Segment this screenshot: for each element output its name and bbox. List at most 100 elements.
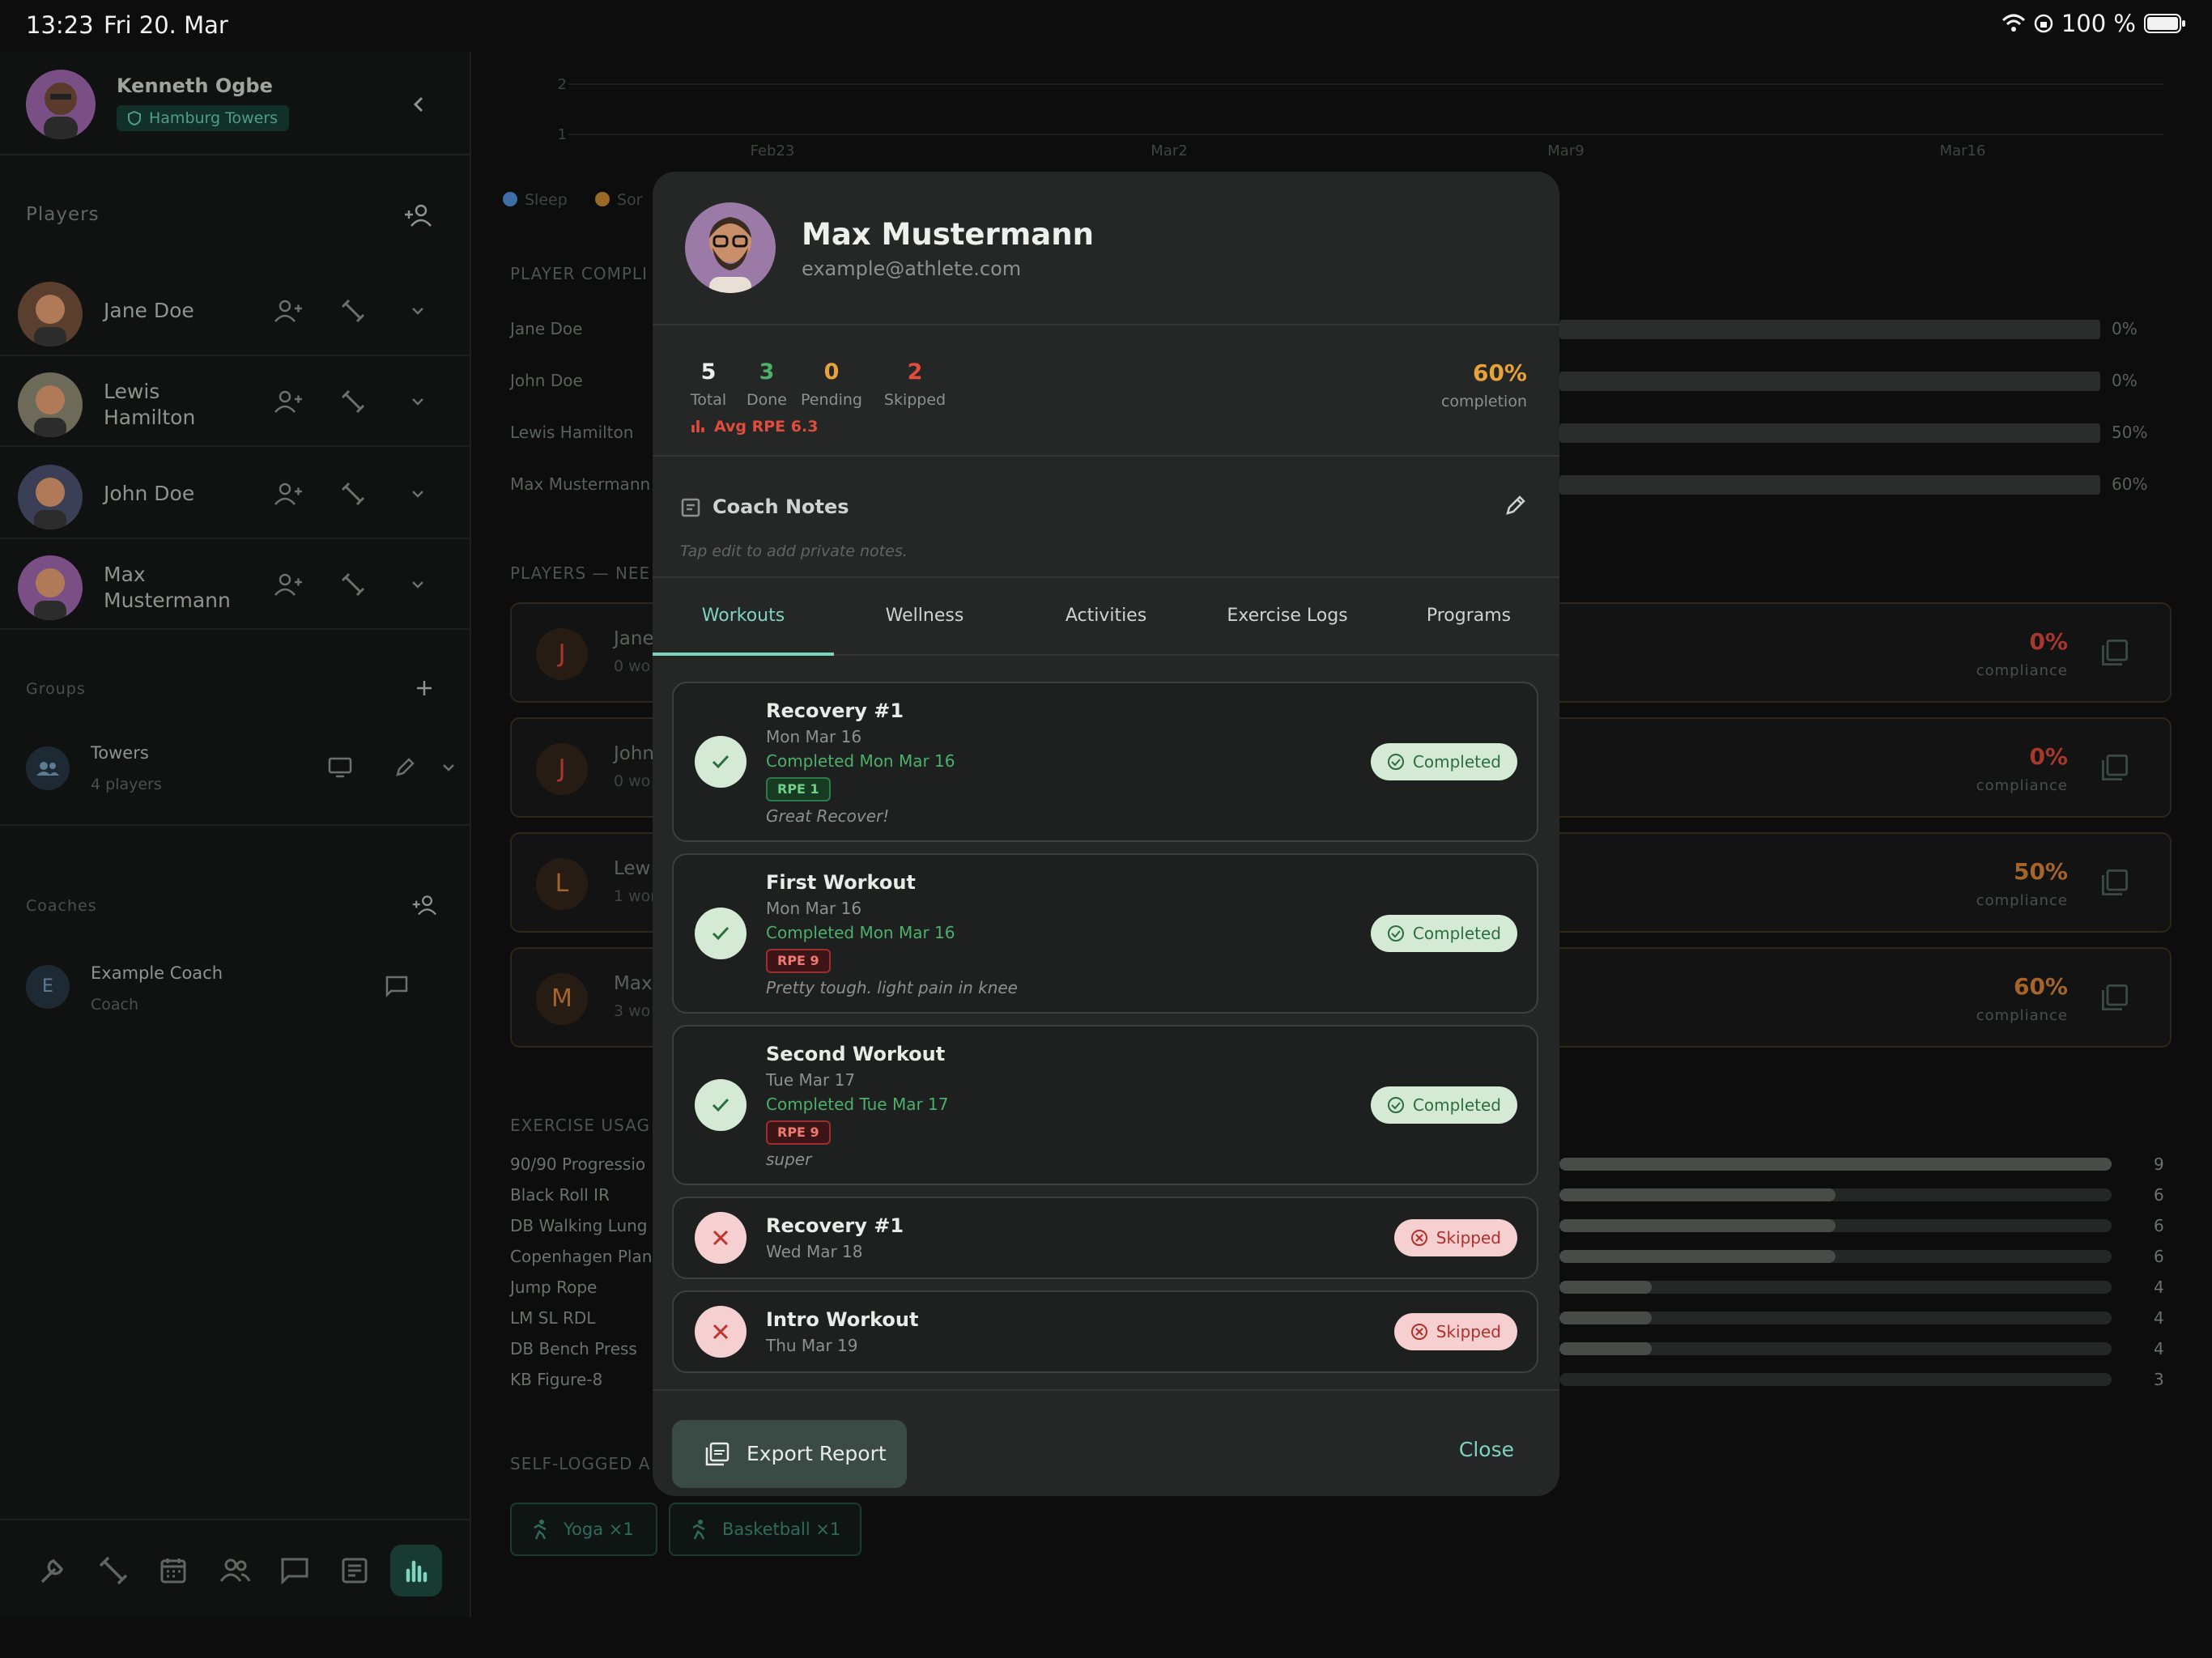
coach-notes: Coach Notes Tap edit to add private note… — [653, 458, 1559, 578]
chevron-left-icon — [413, 96, 423, 113]
nav-reports[interactable] — [329, 1545, 381, 1596]
message-coach-button[interactable] — [379, 968, 415, 1004]
status-badge: Completed — [1370, 1086, 1517, 1124]
assign-workout-button[interactable] — [335, 293, 371, 329]
assign-workout-button[interactable] — [335, 384, 371, 419]
date: Fri 20. Mar — [104, 11, 228, 39]
assign-player-button[interactable] — [270, 293, 306, 329]
rpe-badge: RPE 9 — [766, 1120, 831, 1145]
card-initial: M — [536, 973, 588, 1025]
nav-calendar[interactable] — [147, 1545, 199, 1596]
assign-workout-button[interactable] — [335, 567, 371, 602]
card-name: Max — [614, 973, 653, 994]
export-report-button[interactable]: Export Report — [672, 1420, 907, 1488]
bar-chart-icon — [691, 420, 704, 432]
legend-label: Sor — [617, 191, 643, 209]
avg-rpe: Avg RPE 6.3 — [687, 418, 818, 436]
chevron-down-icon — [412, 308, 423, 315]
group-expand-button[interactable] — [432, 750, 465, 785]
exercise-count: 6 — [2154, 1185, 2164, 1205]
coach-item[interactable]: E Example Coach Coach — [0, 942, 470, 1031]
edit-notes-button[interactable] — [1498, 487, 1534, 523]
assign-workout-button[interactable] — [335, 476, 371, 512]
add-coach-button[interactable] — [406, 887, 442, 923]
player-name: Max Mustermann — [104, 563, 231, 612]
expand-player-button[interactable] — [400, 567, 436, 602]
exercise-bar-track — [1559, 1188, 2112, 1201]
tab-wellness[interactable]: Wellness — [834, 578, 1015, 656]
modal-tabs: Workouts Wellness Activities Exercise Lo… — [653, 578, 1559, 656]
workout-card[interactable]: Recovery #1 Wed Mar 18 Skipped — [672, 1197, 1538, 1279]
exercise-label: Jump Rope — [510, 1278, 598, 1297]
group-icon — [36, 762, 59, 776]
card-pct: 60% — [2013, 973, 2068, 1000]
tab-workouts[interactable]: Workouts — [653, 578, 834, 656]
activity-chip-basketball[interactable]: Basketball ×1 — [669, 1503, 861, 1556]
person-add-icon — [274, 390, 302, 413]
nav-messages[interactable] — [269, 1545, 321, 1596]
collapse-sidebar-button[interactable] — [405, 91, 432, 118]
players-section-title: Players — [26, 204, 100, 225]
card-pdf-button[interactable] — [2100, 983, 2129, 1015]
workout-card[interactable]: First Workout Mon Mar 16 Completed Mon Mar… — [672, 853, 1538, 1014]
card-initial: J — [536, 743, 588, 795]
assign-player-button[interactable] — [270, 384, 306, 419]
player-item[interactable]: Jane Doe — [0, 266, 470, 356]
close-button[interactable]: Close — [1459, 1438, 1514, 1461]
stat-done: 3 Done — [740, 359, 793, 409]
tab-exercise-logs[interactable]: Exercise Logs — [1197, 578, 1378, 656]
exercise-count: 9 — [2154, 1154, 2164, 1174]
notes-icon — [681, 498, 700, 517]
compliance-pct: 0% — [2112, 371, 2138, 390]
group-edit-button[interactable] — [387, 750, 423, 785]
card-pdf-button[interactable] — [2100, 753, 2129, 785]
calendar-icon — [160, 1558, 186, 1584]
nav-analytics[interactable] — [390, 1545, 442, 1596]
chart-x-tick: Mar9 — [1547, 142, 1584, 159]
add-player-button[interactable] — [400, 198, 436, 233]
tab-programs[interactable]: Programs — [1378, 578, 1559, 656]
workout-title: Intro Workout — [766, 1308, 919, 1331]
workout-card[interactable]: Second Workout Tue Mar 17 Completed Tue Ma… — [672, 1025, 1538, 1185]
player-name: Jane Doe — [104, 299, 194, 322]
expand-player-button[interactable] — [400, 384, 436, 419]
assign-player-button[interactable] — [270, 476, 306, 512]
player-name: John Doe — [104, 482, 195, 505]
status-badge: Skipped — [1393, 1313, 1517, 1350]
expand-player-button[interactable] — [400, 476, 436, 512]
card-initial: J — [536, 628, 588, 680]
compliance-pct: 50% — [2112, 423, 2148, 442]
card-pdf-button[interactable] — [2100, 868, 2129, 900]
group-name: Towers — [91, 743, 149, 763]
expand-player-button[interactable] — [400, 293, 436, 329]
stat-done-value: 3 — [759, 359, 775, 385]
compliance-bar — [1559, 423, 2100, 443]
group-item-towers[interactable]: Towers 4 players — [0, 721, 470, 826]
tab-activities[interactable]: Activities — [1015, 578, 1197, 656]
activity-chip-label: Yoga ×1 — [564, 1520, 634, 1539]
dumbbell-icon — [341, 482, 365, 506]
chat-icon — [281, 1558, 308, 1584]
nav-exercises[interactable] — [87, 1545, 139, 1596]
player-email: example@athlete.com — [802, 257, 1022, 280]
workout-title: Recovery #1 — [766, 699, 904, 722]
exercise-label: 90/90 Progressio — [510, 1154, 646, 1174]
add-group-button[interactable] — [406, 670, 442, 706]
coach-avatar[interactable] — [26, 70, 96, 139]
player-item[interactable]: Lewis Hamilton — [0, 356, 470, 447]
pencil-icon — [396, 758, 415, 776]
workout-card[interactable]: Recovery #1 Mon Mar 16 Completed Mon Mar 1… — [672, 682, 1538, 842]
card-initial: L — [536, 858, 588, 910]
workout-card[interactable]: Intro Workout Thu Mar 19 Skipped — [672, 1290, 1538, 1373]
orientation-lock-icon — [2034, 14, 2053, 33]
assign-player-button[interactable] — [270, 567, 306, 602]
export-report-label: Export Report — [747, 1442, 887, 1465]
card-pdf-button[interactable] — [2100, 638, 2129, 670]
group-present-button[interactable] — [322, 750, 358, 785]
player-item[interactable]: John Doe — [0, 449, 470, 539]
player-item[interactable]: Max Mustermann — [0, 539, 470, 630]
nav-tools[interactable] — [26, 1545, 78, 1596]
plus-icon — [417, 681, 432, 695]
nav-players[interactable] — [209, 1545, 261, 1596]
activity-chip-yoga[interactable]: Yoga ×1 — [510, 1503, 657, 1556]
